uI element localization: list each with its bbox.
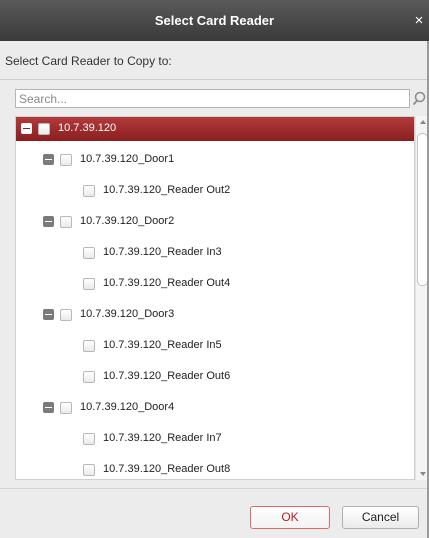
node-label: 10.7.39.120_Door2 [80, 215, 175, 227]
dialog-title: Select Card Reader [154, 13, 275, 28]
section-label: Select Card Reader to Copy to: [5, 54, 172, 68]
tree-reader-node[interactable]: 10.7.39.120_Reader Out4 [16, 272, 414, 296]
tree-door-node[interactable]: 10.7.39.120_Door1 [16, 148, 414, 172]
node-label: 10.7.39.120 [58, 122, 117, 134]
collapse-icon[interactable] [43, 154, 54, 165]
node-label: 10.7.39.120_Reader In3 [103, 246, 222, 258]
search-input[interactable] [19, 91, 399, 106]
node-checkbox[interactable] [83, 185, 95, 197]
tree-reader-node[interactable]: 10.7.39.120_Reader In5 [16, 334, 414, 358]
node-label: 10.7.39.120_Door3 [80, 308, 175, 320]
node-label: 10.7.39.120_Reader In7 [103, 432, 222, 444]
search-box[interactable] [15, 89, 410, 108]
tree-reader-node[interactable]: 10.7.39.120_Reader In3 [16, 241, 414, 265]
tree-reader-node[interactable]: 10.7.39.120_Reader Out2 [16, 179, 414, 203]
tree-reader-node[interactable]: 10.7.39.120_Reader Out8 [16, 458, 414, 479]
collapse-icon[interactable] [43, 216, 54, 227]
node-label: 10.7.39.120_Reader Out4 [103, 277, 231, 289]
node-label: 10.7.39.120_Reader Out2 [103, 184, 231, 196]
collapse-icon[interactable] [21, 123, 32, 134]
tree-root-node[interactable]: 10.7.39.120 [16, 117, 414, 141]
node-checkbox[interactable] [83, 433, 95, 445]
node-label: 10.7.39.120_Reader Out6 [103, 370, 231, 382]
select-card-reader-dialog: Select Card Reader × Select Card Reader … [0, 0, 429, 538]
node-checkbox[interactable] [60, 154, 72, 166]
tree-door-node[interactable]: 10.7.39.120_Door2 [16, 210, 414, 234]
collapse-icon[interactable] [43, 309, 54, 320]
node-checkbox[interactable] [83, 464, 95, 476]
scroll-up-arrow-icon[interactable] [420, 120, 426, 124]
node-label: 10.7.39.120_Door1 [80, 153, 175, 165]
node-label: 10.7.39.120_Reader Out8 [103, 463, 231, 475]
title-bar[interactable]: Select Card Reader × [0, 0, 429, 41]
tree-reader-node[interactable]: 10.7.39.120_Reader In7 [16, 427, 414, 451]
node-label: 10.7.39.120_Door4 [80, 401, 175, 413]
scroll-down-arrow-icon[interactable] [420, 472, 426, 476]
node-checkbox[interactable] [60, 402, 72, 414]
node-checkbox[interactable] [83, 371, 95, 383]
node-checkbox[interactable] [60, 309, 72, 321]
collapse-icon[interactable] [43, 402, 54, 413]
node-checkbox[interactable] [83, 278, 95, 290]
node-label: 10.7.39.120_Reader In5 [103, 339, 222, 351]
tree-door-node[interactable]: 10.7.39.120_Door3 [16, 303, 414, 327]
tree-door-node[interactable]: 10.7.39.120_Door4 [16, 396, 414, 420]
tree-reader-node[interactable]: 10.7.39.120_Reader Out6 [16, 365, 414, 389]
node-checkbox[interactable] [60, 216, 72, 228]
footer-divider [0, 488, 429, 489]
close-icon[interactable]: × [411, 0, 427, 41]
node-checkbox[interactable] [83, 340, 95, 352]
card-reader-tree: 10.7.39.120 10.7.39.120_Door1 10.7.39.120_… [15, 116, 415, 480]
node-checkbox[interactable] [38, 123, 50, 135]
node-checkbox[interactable] [83, 247, 95, 259]
cancel-button[interactable]: Cancel [342, 506, 419, 529]
divider [0, 79, 429, 80]
ok-button[interactable]: OK [250, 506, 330, 529]
